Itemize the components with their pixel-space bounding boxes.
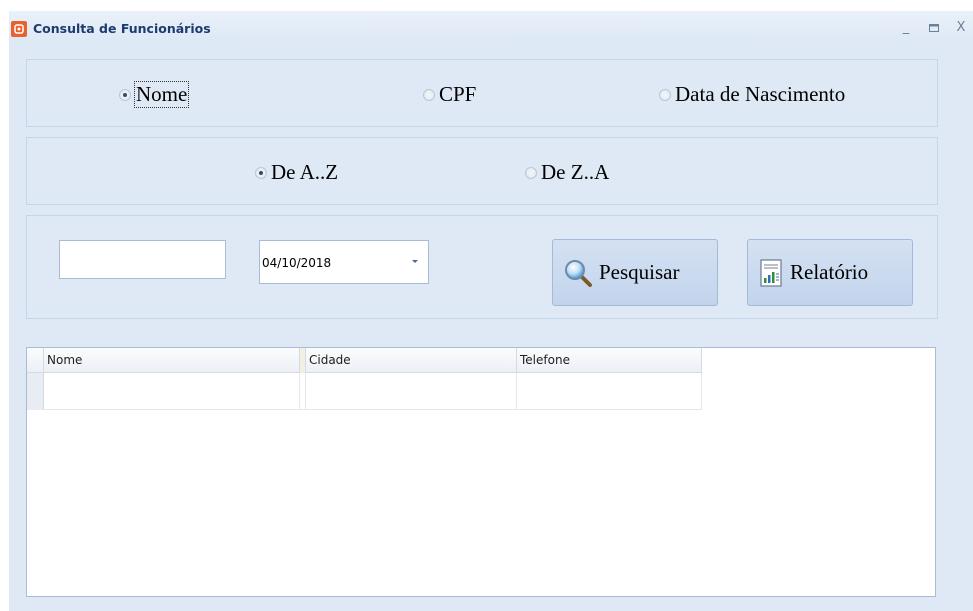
radio-nome[interactable]: Nome xyxy=(119,81,190,108)
search-controls-group: 04/10/2018 Pesquisar Relatório xyxy=(26,215,938,319)
table-cell[interactable] xyxy=(44,373,300,410)
row-selector[interactable] xyxy=(27,373,44,410)
radio-cpf[interactable]: CPF xyxy=(423,82,476,107)
report-chart-icon xyxy=(758,258,784,288)
radio-a-z[interactable]: De A..Z xyxy=(255,160,338,185)
row-header-corner xyxy=(27,348,44,373)
radio-data-nascimento[interactable]: Data de Nascimento xyxy=(659,82,845,107)
table-cell[interactable] xyxy=(306,373,517,410)
radio-label: CPF xyxy=(439,82,477,106)
sort-order-group: De A..Z De Z..A xyxy=(26,137,938,205)
radio-label: Nome xyxy=(133,81,190,108)
radio-z-a[interactable]: De Z..A xyxy=(525,160,609,185)
report-button-label: Relatório xyxy=(790,260,869,284)
report-button[interactable]: Relatório xyxy=(747,239,913,306)
column-header-telefone[interactable]: Telefone xyxy=(517,348,702,373)
employee-query-window: Consulta de Funcionários _ X Nome CPF Da… xyxy=(9,11,973,611)
search-field-group: Nome CPF Data de Nascimento xyxy=(26,59,938,127)
column-header-nome[interactable]: Nome xyxy=(44,348,300,373)
radio-indicator xyxy=(525,166,537,179)
radio-label: De A..Z xyxy=(271,160,339,184)
title-bar: Consulta de Funcionários _ X xyxy=(9,11,973,45)
employee-grid[interactable]: Nome Cidade Telefone xyxy=(26,347,936,597)
table-cell[interactable] xyxy=(517,373,702,410)
maximize-button[interactable] xyxy=(925,17,943,39)
app-icon xyxy=(11,21,27,37)
radio-indicator xyxy=(423,88,435,101)
radio-label: Data de Nascimento xyxy=(675,82,846,106)
radio-label: De Z..A xyxy=(541,160,610,184)
date-picker[interactable]: 04/10/2018 xyxy=(259,240,429,284)
chevron-down-icon[interactable] xyxy=(412,260,418,263)
search-button[interactable]: Pesquisar xyxy=(552,239,718,306)
maximize-icon xyxy=(929,24,939,32)
window-title: Consulta de Funcionários xyxy=(33,21,211,36)
radio-indicator xyxy=(659,88,671,101)
column-header-cidade[interactable]: Cidade xyxy=(306,348,517,373)
table-row[interactable] xyxy=(27,373,702,410)
date-value: 04/10/2018 xyxy=(262,256,332,270)
radio-indicator xyxy=(255,166,267,179)
radio-indicator xyxy=(119,88,131,101)
search-button-label: Pesquisar xyxy=(599,260,680,284)
search-text-input[interactable] xyxy=(59,240,226,279)
grid-header: Nome Cidade Telefone xyxy=(27,348,702,373)
close-button[interactable]: X xyxy=(952,17,970,39)
minimize-button[interactable]: _ xyxy=(897,17,915,39)
magnifier-icon xyxy=(563,258,593,288)
